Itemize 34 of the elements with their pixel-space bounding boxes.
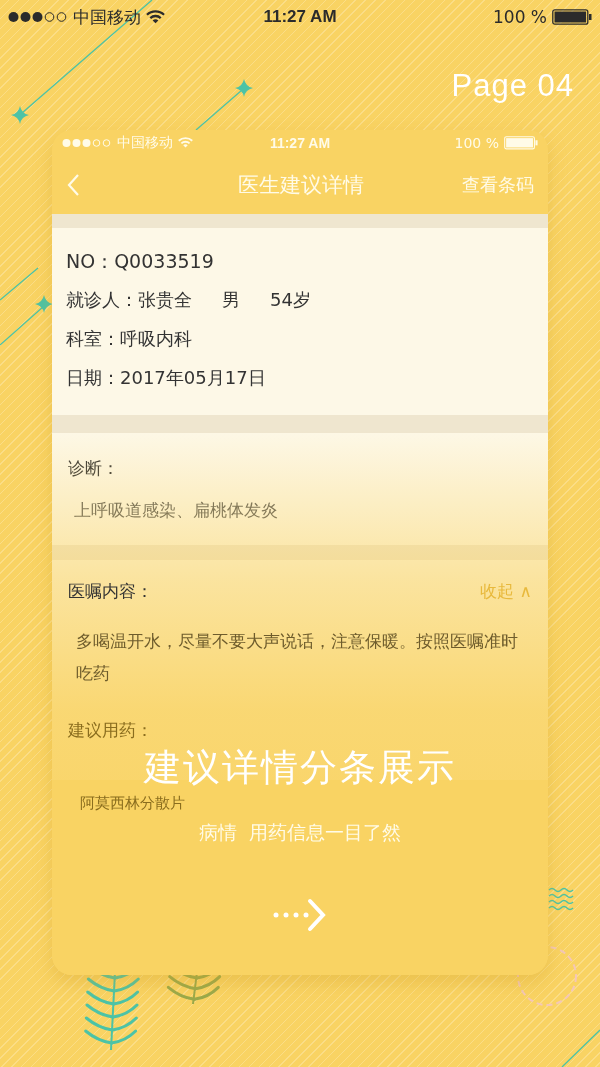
- signal-icon: [8, 11, 68, 23]
- clock-time: 11:27 AM: [269, 135, 331, 151]
- date-text: 日期：2017年05月17日: [66, 366, 267, 390]
- medication-name: 阿莫西林分散片: [80, 794, 185, 812]
- page-title: 医生建议详情: [237, 172, 365, 199]
- wifi-icon: [146, 9, 165, 25]
- promo-headline: 建议详情分条展示: [144, 746, 456, 790]
- collapse-toggle[interactable]: 收起 ∧: [480, 580, 532, 603]
- view-barcode-link[interactable]: 查看条码: [462, 173, 534, 197]
- patient-name: 张贵全: [138, 288, 192, 312]
- battery-percent: 100 %: [493, 7, 547, 27]
- next-arrow-button[interactable]: [273, 898, 327, 932]
- patient-gender: 男: [222, 288, 240, 312]
- department-text: 科室：呼吸内科: [66, 327, 193, 351]
- page-number: Page 04: [451, 68, 574, 104]
- wifi-icon: [178, 137, 193, 149]
- clock-time: 11:27 AM: [263, 7, 337, 27]
- diagnosis-text: 上呼吸道感染、扁桃体发炎: [73, 499, 279, 522]
- wave-icon: [548, 887, 574, 911]
- signal-icon: [62, 138, 112, 148]
- battery-icon: [552, 9, 592, 25]
- carrier-name: 中国移动: [117, 134, 173, 152]
- patient-age: 54岁: [270, 288, 311, 312]
- back-button[interactable]: [66, 173, 80, 197]
- medication-label: 建议用药：: [68, 720, 153, 740]
- battery-percent: 100 %: [454, 135, 499, 151]
- advice-label: 医嘱内容：: [68, 580, 153, 603]
- record-number: NO：Q0033519: [66, 249, 215, 274]
- patient-label: 就诊人：: [66, 288, 138, 312]
- battery-icon: [504, 136, 538, 150]
- sparkle-line-drawing: [195, 79, 253, 131]
- promo-subtitle: 病情 用药信息一目了然: [198, 820, 402, 845]
- line-drawing: [561, 1029, 600, 1067]
- advice-text: 多喝温开水，尽量不要大声说话，注意保暖。按照医嘱准时吃药: [75, 630, 519, 685]
